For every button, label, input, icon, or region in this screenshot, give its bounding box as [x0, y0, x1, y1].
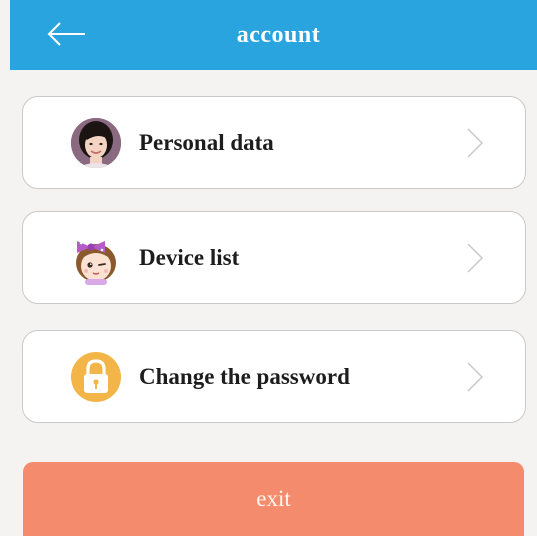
page-title: account — [236, 21, 321, 48]
exit-button-label: exit — [256, 486, 291, 511]
arrow-left-icon — [47, 22, 85, 46]
girl-bow-avatar-icon — [76, 240, 116, 285]
menu-item-label: Device list — [139, 244, 240, 270]
menu-item-change-password[interactable]: Change the password — [22, 330, 526, 423]
back-button[interactable] — [44, 14, 90, 54]
chevron-right-icon — [467, 361, 484, 392]
woman-avatar-icon — [71, 117, 121, 168]
exit-button[interactable]: exit — [23, 462, 524, 536]
chevron-right-icon — [467, 242, 484, 273]
header-bar: account — [10, 0, 537, 70]
menu-item-device-list[interactable]: Device list — [22, 211, 526, 304]
chevron-right-icon — [467, 127, 484, 158]
menu-item-personal-data[interactable]: Personal data — [22, 96, 526, 189]
lock-icon — [71, 351, 121, 402]
menu-item-label: Change the password — [139, 363, 350, 389]
menu-item-label: Personal data — [139, 129, 274, 155]
